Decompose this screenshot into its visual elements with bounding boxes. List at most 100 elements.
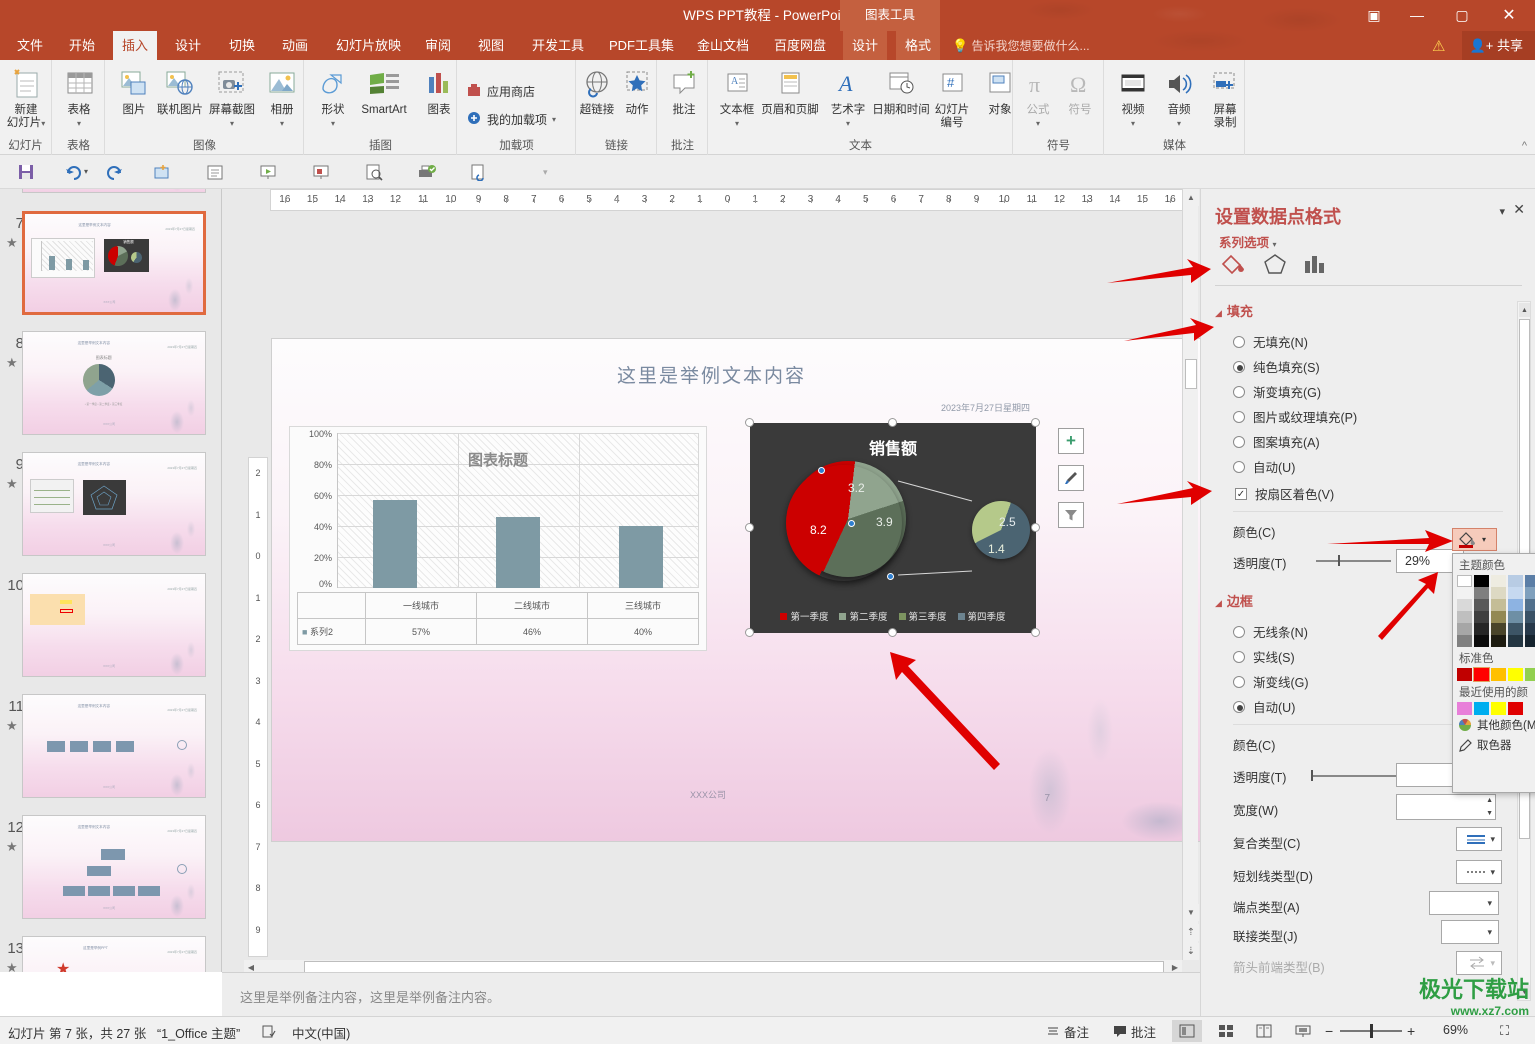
share-button[interactable]: 👤+ 共享 [1461,31,1535,60]
print-icon[interactable] [414,160,438,184]
ribbon-header-footer-button[interactable]: 页眉和页脚 [759,64,821,117]
fit-slide-button[interactable]: ⛶ [1500,1023,1509,1039]
theme-color-column[interactable] [1508,575,1523,647]
resize-handle-sw[interactable] [745,628,754,637]
ribbon-screen-record-button[interactable]: 屏幕 录制 [1199,64,1251,130]
resize-handle-se[interactable] [1031,628,1040,637]
tab-pdf-tools[interactable]: PDF工具集 [600,31,683,60]
color-swatch[interactable] [1474,599,1489,611]
border-join-type-dropdown[interactable]: ▾ [1441,920,1499,944]
color-swatch[interactable] [1457,611,1472,623]
collapse-ribbon-button[interactable]: ^ [1522,140,1527,152]
series-options-icon[interactable] [1297,249,1333,279]
tab-review[interactable]: 审阅 [416,31,460,60]
resize-handle-ne[interactable] [1031,418,1040,427]
bar-chart-object[interactable]: 图表标题 100% 80% 60% 40% 20% 0% 一线城市 二线城市 三… [289,426,707,651]
color-picker-dropdown[interactable]: 主题颜色 标准色 最近使用的颜 其他颜色(M 取色器 [1452,553,1535,793]
color-swatch[interactable] [1508,635,1523,647]
color-swatch[interactable] [1491,623,1506,635]
new-slide-icon[interactable] [150,160,174,184]
standard-colors-row[interactable] [1453,667,1535,682]
fill-option-gradient[interactable]: 渐变填充(G) [1233,382,1321,401]
slide-thumbnail[interactable]: 这里是举例文本内容 2023年7月27日星期四 图表标题 ▪ 第一季度 ▪ 第二… [22,331,206,435]
color-swatch[interactable] [1525,611,1535,623]
border-option-solid[interactable]: 实线(S) [1233,647,1295,666]
theme-color-column[interactable] [1457,575,1472,647]
bar-1[interactable] [496,516,540,588]
chevron-down-icon[interactable]: ▾ [552,115,556,124]
normal-view-button[interactable] [1172,1020,1202,1042]
color-swatch[interactable] [1474,587,1489,599]
fill-line-icon[interactable] [1215,249,1251,279]
ribbon-slide-number-button[interactable]: # 幻灯片 编号 [931,64,973,130]
border-transparency-slider-track[interactable] [1311,775,1396,777]
resize-handle-nw[interactable] [745,418,754,427]
slice-handle-point[interactable] [887,573,894,580]
comments-toggle-button[interactable]: 批注 [1113,1021,1156,1041]
border-begin-arrow-type-dropdown[interactable]: ▾ [1456,951,1502,975]
color-swatch[interactable] [1525,575,1535,587]
color-swatch[interactable] [1508,623,1523,635]
legend-item[interactable]: 第一季度 [780,609,828,623]
tab-animations[interactable]: 动画 [273,31,317,60]
color-swatch[interactable] [1491,635,1506,647]
tab-chart-design[interactable]: 设计 [843,31,888,60]
border-section-heading[interactable]: ◢ 边框 [1215,591,1253,610]
vary-colors-by-slice-checkbox[interactable]: ✓ 按扇区着色(V) [1235,484,1334,503]
maximize-button[interactable]: ▢ [1443,0,1481,31]
ribbon-comment-button[interactable]: 批注 [658,64,710,117]
redo-icon[interactable] [102,160,126,184]
fill-option-none[interactable]: 无填充(N) [1233,332,1308,351]
ribbon-display-options-button[interactable]: ▣ [1355,0,1393,31]
slide-page-number[interactable]: 7 [1044,793,1050,804]
color-swatch[interactable] [1525,587,1535,599]
slideshow-icon[interactable] [256,160,280,184]
tab-baidu-netdisk[interactable]: 百度网盘 [765,31,835,60]
warning-icon[interactable]: ⚠ [1432,37,1445,55]
color-swatch[interactable] [1474,623,1489,635]
tab-developer[interactable]: 开发工具 [523,31,593,60]
legend-item[interactable]: 第二季度 [839,609,888,623]
ribbon-equation-button[interactable]: π 公式 ▾ [1016,64,1060,130]
color-swatch[interactable] [1508,587,1523,599]
theme-color-column[interactable] [1491,575,1506,647]
color-swatch[interactable] [1457,668,1472,681]
spinner-down-icon[interactable]: ▼ [1486,810,1493,817]
scrollbar-thumb[interactable] [1185,359,1197,389]
tab-transitions[interactable]: 切换 [220,31,264,60]
ribbon-audio-button[interactable]: 音频 ▾ [1153,64,1205,130]
slide-footer[interactable]: XXX公司 [690,788,726,801]
fill-option-solid[interactable]: 纯色填充(S) [1233,357,1320,376]
tab-design[interactable]: 设计 [166,31,210,60]
pane-minimize-button[interactable]: ▾ [1499,205,1505,218]
slide-thumbnail-pane[interactable]: XXX公司 7 ★ 这里是举例文本内容 2023年7月27日星期四 销售额 [0,189,222,972]
next-slide-button[interactable]: ⇣ [1183,943,1199,960]
ribbon-picture-button[interactable]: 图片 [108,64,160,117]
color-swatch[interactable] [1491,587,1506,599]
fill-option-automatic[interactable]: 自动(U) [1233,457,1295,476]
color-swatch[interactable] [1491,599,1506,611]
theme-colors-grid[interactable] [1453,575,1535,647]
slide-area-scrollbar[interactable]: ▲ ▼ ⇡ ⇣ [1182,189,1199,960]
scroll-down-arrow-icon[interactable]: ▼ [1519,985,1530,999]
more-colors-menu-item[interactable]: 其他颜色(M [1453,715,1535,735]
save-icon[interactable] [14,160,38,184]
bar-2[interactable] [619,526,663,588]
border-compound-type-dropdown[interactable]: ▾ [1456,827,1502,851]
ribbon-online-picture-button[interactable]: 联机图片 [154,64,206,117]
reading-view-button[interactable] [1249,1020,1279,1042]
ribbon-album-button[interactable]: 相册 ▾ [256,64,308,130]
tab-file[interactable]: 文件 [8,31,52,60]
slide-thumbnail[interactable]: 这里是举例PPT 2023年7月27日星期四 ★ [22,936,206,972]
color-swatch[interactable] [1474,702,1489,715]
eyedropper-menu-item[interactable]: 取色器 [1453,735,1535,755]
link-doc-icon[interactable] [467,160,491,184]
color-swatch[interactable] [1491,668,1506,681]
ribbon-screenshot-button[interactable]: 屏幕截图 ▾ [206,64,258,130]
ribbon-wordart-button[interactable]: A 艺术字 ▾ [822,64,874,130]
slide-thumbnail[interactable]: 这里是举例文本内容 2023年7月27日星期四 XXX公司 [22,452,206,556]
slide-thumbnail[interactable]: XXX公司 [22,189,206,193]
slide-canvas[interactable]: 这里是举例文本内容 2023年7月27日星期四 XXX公司 7 图表标题 100… [272,339,1200,841]
color-swatch[interactable] [1457,623,1472,635]
legend-item[interactable]: 第三季度 [898,609,947,623]
